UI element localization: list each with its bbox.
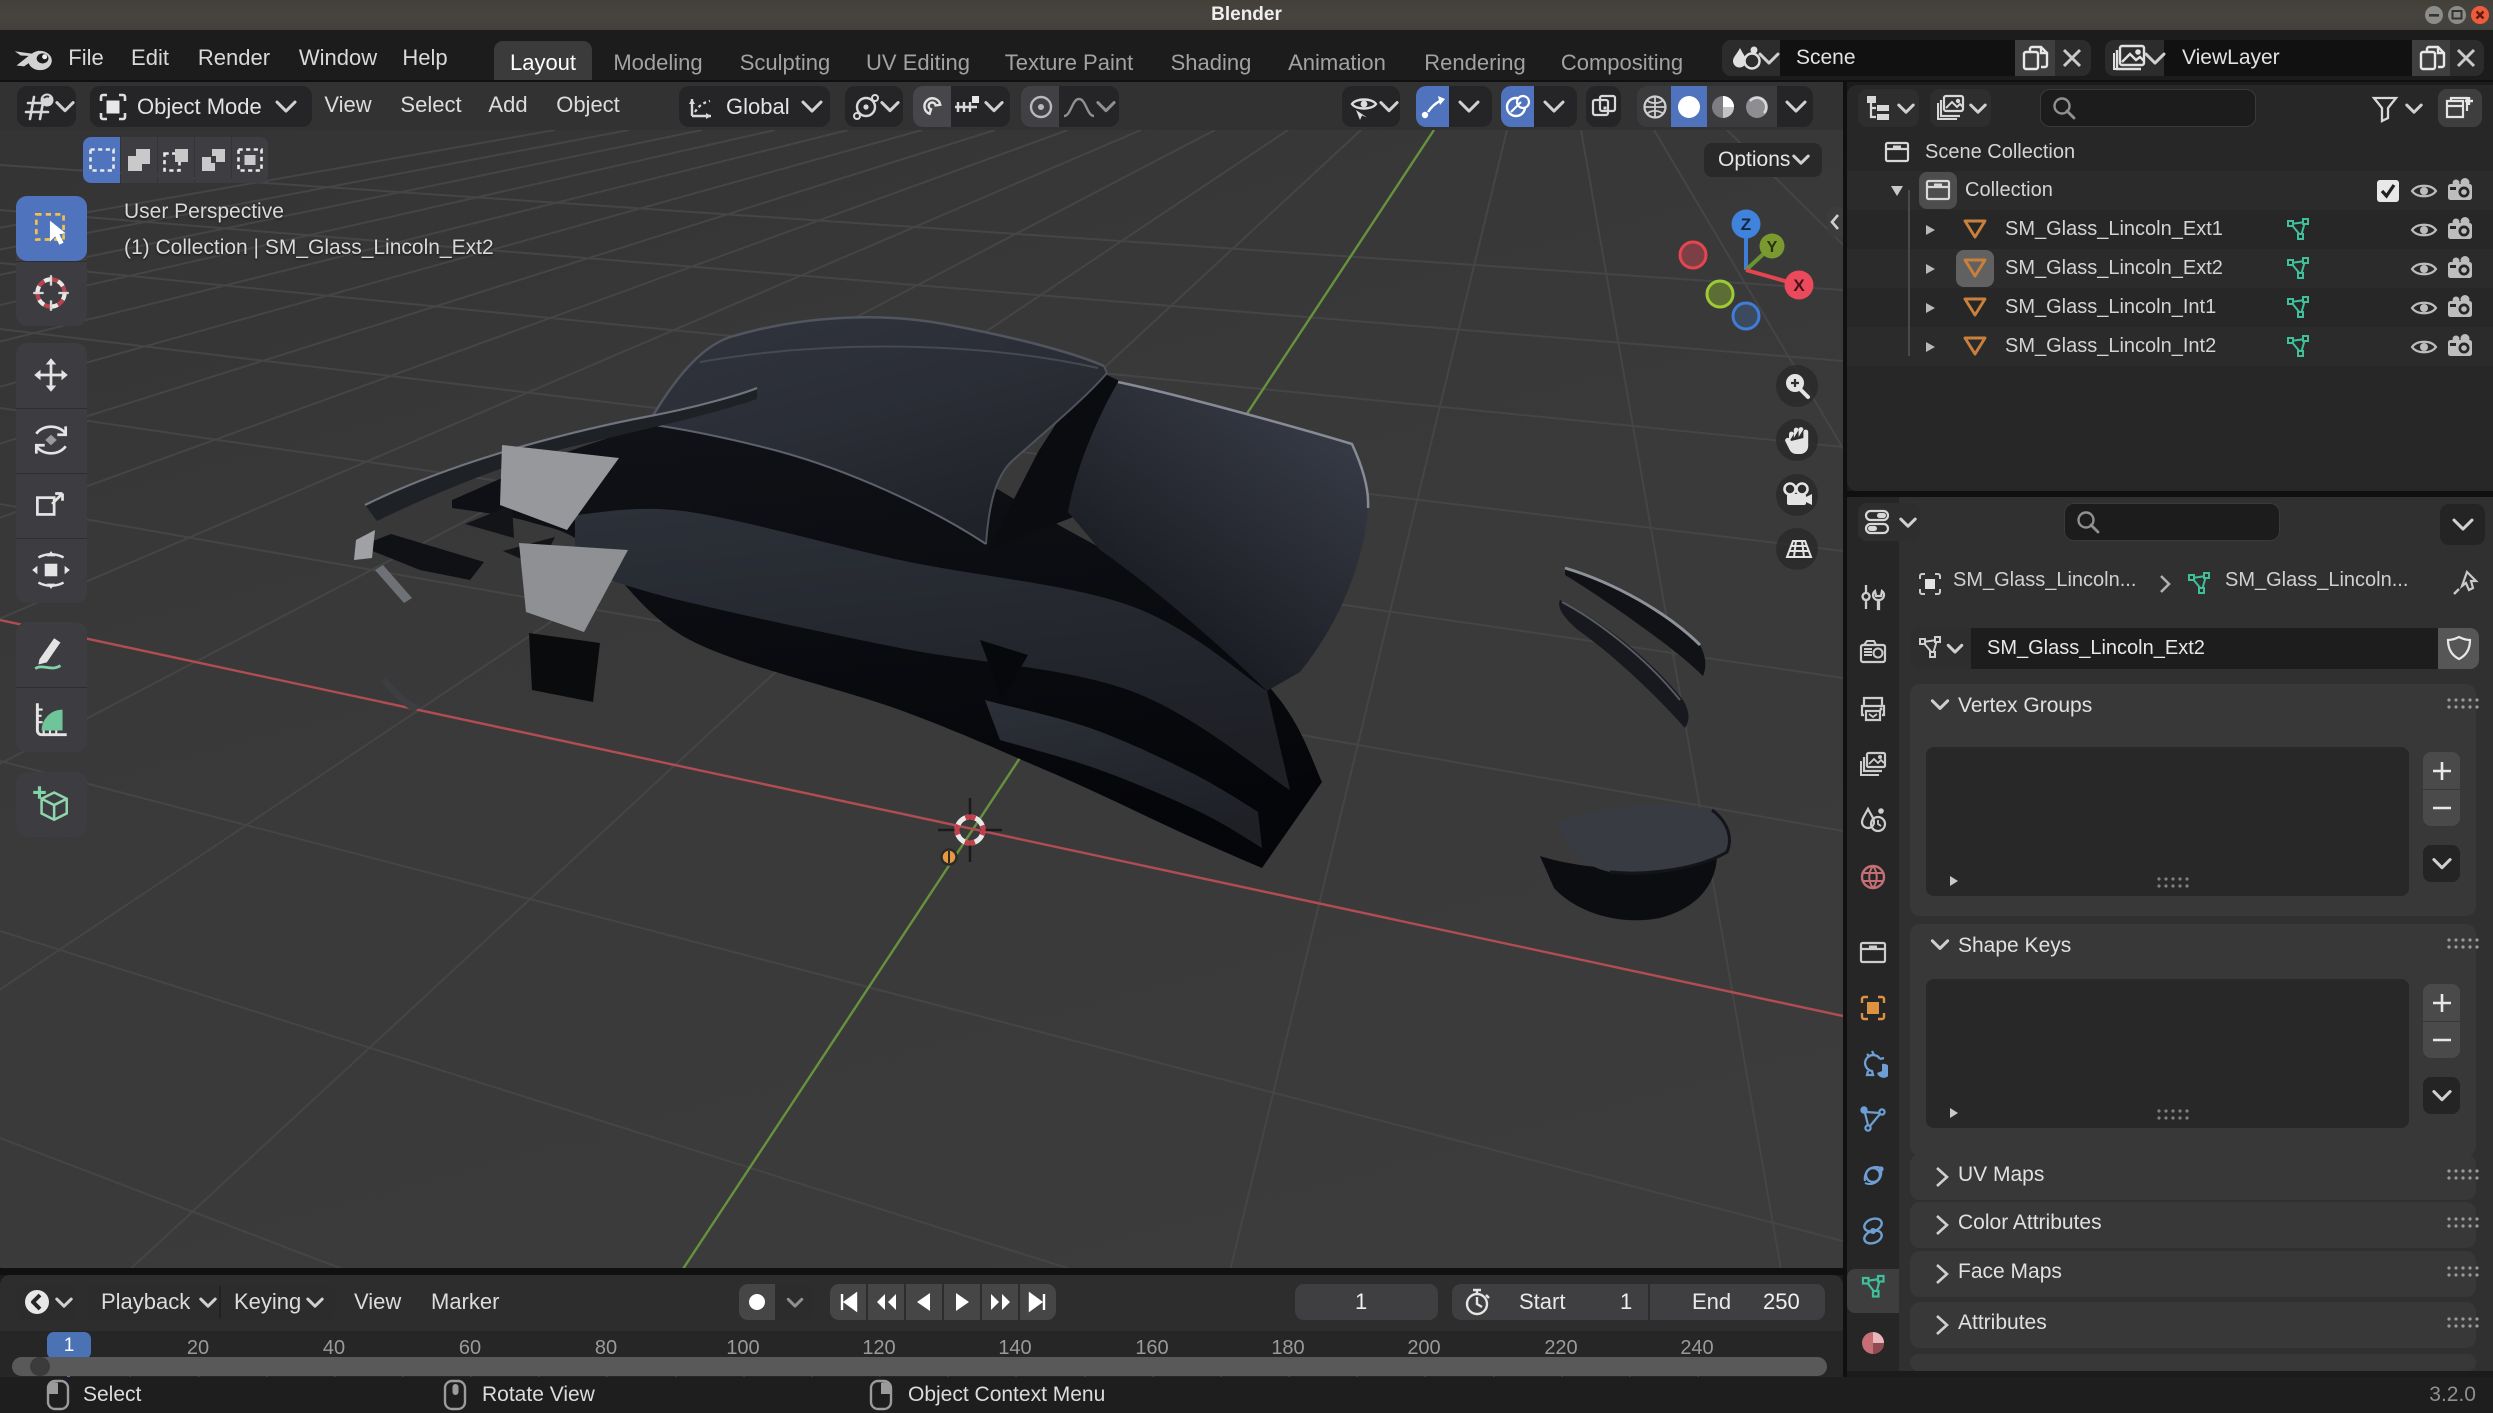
- svg-text:X: X: [1793, 276, 1805, 295]
- svg-text:Y: Y: [1767, 239, 1778, 256]
- svg-text:Z: Z: [1741, 215, 1751, 234]
